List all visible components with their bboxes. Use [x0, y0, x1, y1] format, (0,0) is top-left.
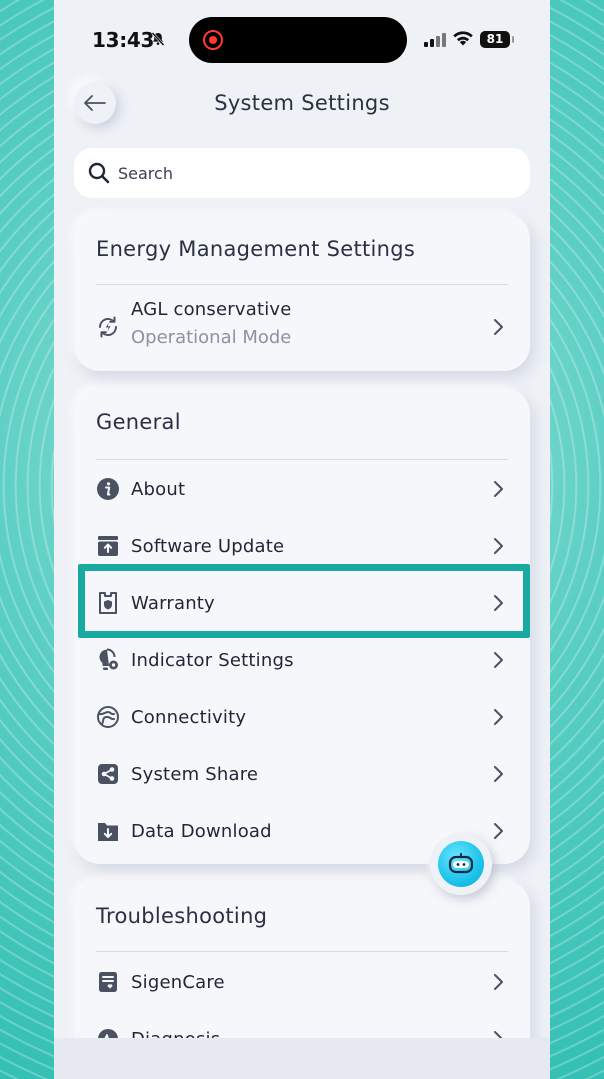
settings-item-label: Connectivity — [131, 706, 247, 728]
chevron-right-icon — [494, 481, 503, 497]
bell-slash-icon — [150, 31, 166, 51]
card-title: Energy Management Settings — [96, 237, 416, 261]
card-title: Troubleshooting — [96, 904, 268, 928]
settings-item-indicator-settings[interactable]: Indicator Settings — [74, 634, 530, 686]
chevron-right-icon — [494, 652, 503, 668]
page-title: System Settings — [214, 91, 390, 115]
info-icon — [96, 477, 120, 501]
wifi-icon — [452, 30, 474, 51]
settings-item-label: Software Update — [131, 535, 285, 557]
settings-item-label: Indicator Settings — [131, 649, 294, 671]
settings-item-label: Data Download — [131, 820, 272, 842]
operational-mode-row[interactable]: AGL conservative Operational Mode — [74, 299, 530, 355]
divider — [96, 284, 508, 285]
chevron-right-icon — [494, 823, 503, 839]
divider — [96, 459, 508, 460]
settings-item-sigencare[interactable]: SigenCare — [74, 956, 530, 1008]
search-icon — [88, 162, 110, 184]
chevron-right-icon — [494, 766, 503, 782]
status-bar: 13:43 81 — [54, 0, 550, 80]
settings-item-label: SigenCare — [131, 971, 225, 993]
chevron-right-icon — [494, 319, 503, 335]
assistant-button[interactable] — [430, 833, 492, 895]
battery-icon: 81 — [480, 31, 514, 48]
bulb-gear-icon — [96, 648, 120, 672]
robot-icon — [438, 841, 484, 887]
energy-management-card: Energy Management Settings AGL conservat… — [74, 213, 530, 371]
signal-icon — [424, 33, 446, 47]
settings-item-connectivity[interactable]: Connectivity — [74, 691, 530, 743]
bottom-fade-bar — [54, 1038, 550, 1079]
card-title: General — [96, 410, 181, 434]
operational-mode-label: Operational Mode — [131, 327, 292, 348]
divider — [96, 951, 508, 952]
settings-item-system-share[interactable]: System Share — [74, 748, 530, 800]
settings-item-label: About — [131, 478, 186, 500]
share-icon — [96, 762, 120, 786]
search-input[interactable] — [118, 163, 498, 183]
settings-item-about[interactable]: About — [74, 463, 530, 515]
search-bar[interactable] — [74, 148, 530, 198]
phone-screen: 13:43 81 System Settings Energy Manageme… — [54, 0, 550, 1079]
screen-record-icon — [203, 30, 223, 50]
operational-mode-value: AGL conservative — [131, 299, 292, 320]
refresh-lightning-icon — [96, 315, 120, 339]
chevron-right-icon — [494, 974, 503, 990]
warranty-highlight-box — [78, 564, 530, 638]
dynamic-island — [189, 17, 407, 63]
globe-icon — [96, 705, 120, 729]
download-folder-icon — [96, 819, 120, 843]
chevron-right-icon — [494, 709, 503, 725]
settings-item-label: System Share — [131, 763, 259, 785]
upload-box-icon — [96, 534, 120, 558]
status-time: 13:43 — [92, 28, 155, 52]
chevron-right-icon — [494, 538, 503, 554]
care-doc-icon — [96, 970, 120, 994]
